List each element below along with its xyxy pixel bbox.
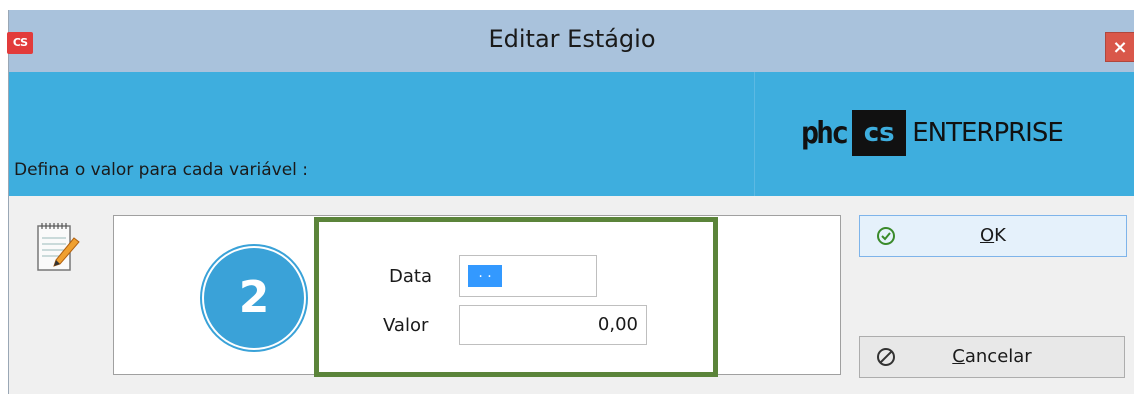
brand-cs: cs (852, 110, 907, 156)
highlight-frame (314, 217, 718, 377)
ok-mnemonic: O (980, 225, 995, 246)
ok-button-label: OK (860, 216, 1126, 256)
notepad-pencil-icon (37, 223, 80, 271)
brand-logo: phc cs ENTERPRISE (801, 107, 1064, 159)
ok-label-rest: K (994, 225, 1006, 246)
cancel-button-label: Cancelar (860, 337, 1124, 377)
window-title: Editar Estágio (488, 25, 656, 53)
header-divider (754, 72, 755, 196)
cancel-mnemonic: C (952, 346, 965, 367)
title-bar[interactable]: CS Editar Estágio × (7, 10, 1134, 72)
brand-phc: phc (801, 115, 849, 151)
close-button[interactable]: × (1105, 32, 1134, 62)
close-icon: × (1112, 37, 1128, 58)
dialog-window: CS Editar Estágio × phc cs ENTERPRISE De… (7, 10, 1134, 394)
brand-enterprise: ENTERPRISE (912, 118, 1064, 148)
ok-button[interactable]: OK (859, 215, 1127, 257)
step-badge: 2 (204, 248, 304, 348)
cancel-label-rest: ancelar (964, 346, 1032, 367)
instruction-text: Defina o valor para cada variável : (14, 160, 309, 180)
cancel-button[interactable]: Cancelar (859, 336, 1125, 378)
